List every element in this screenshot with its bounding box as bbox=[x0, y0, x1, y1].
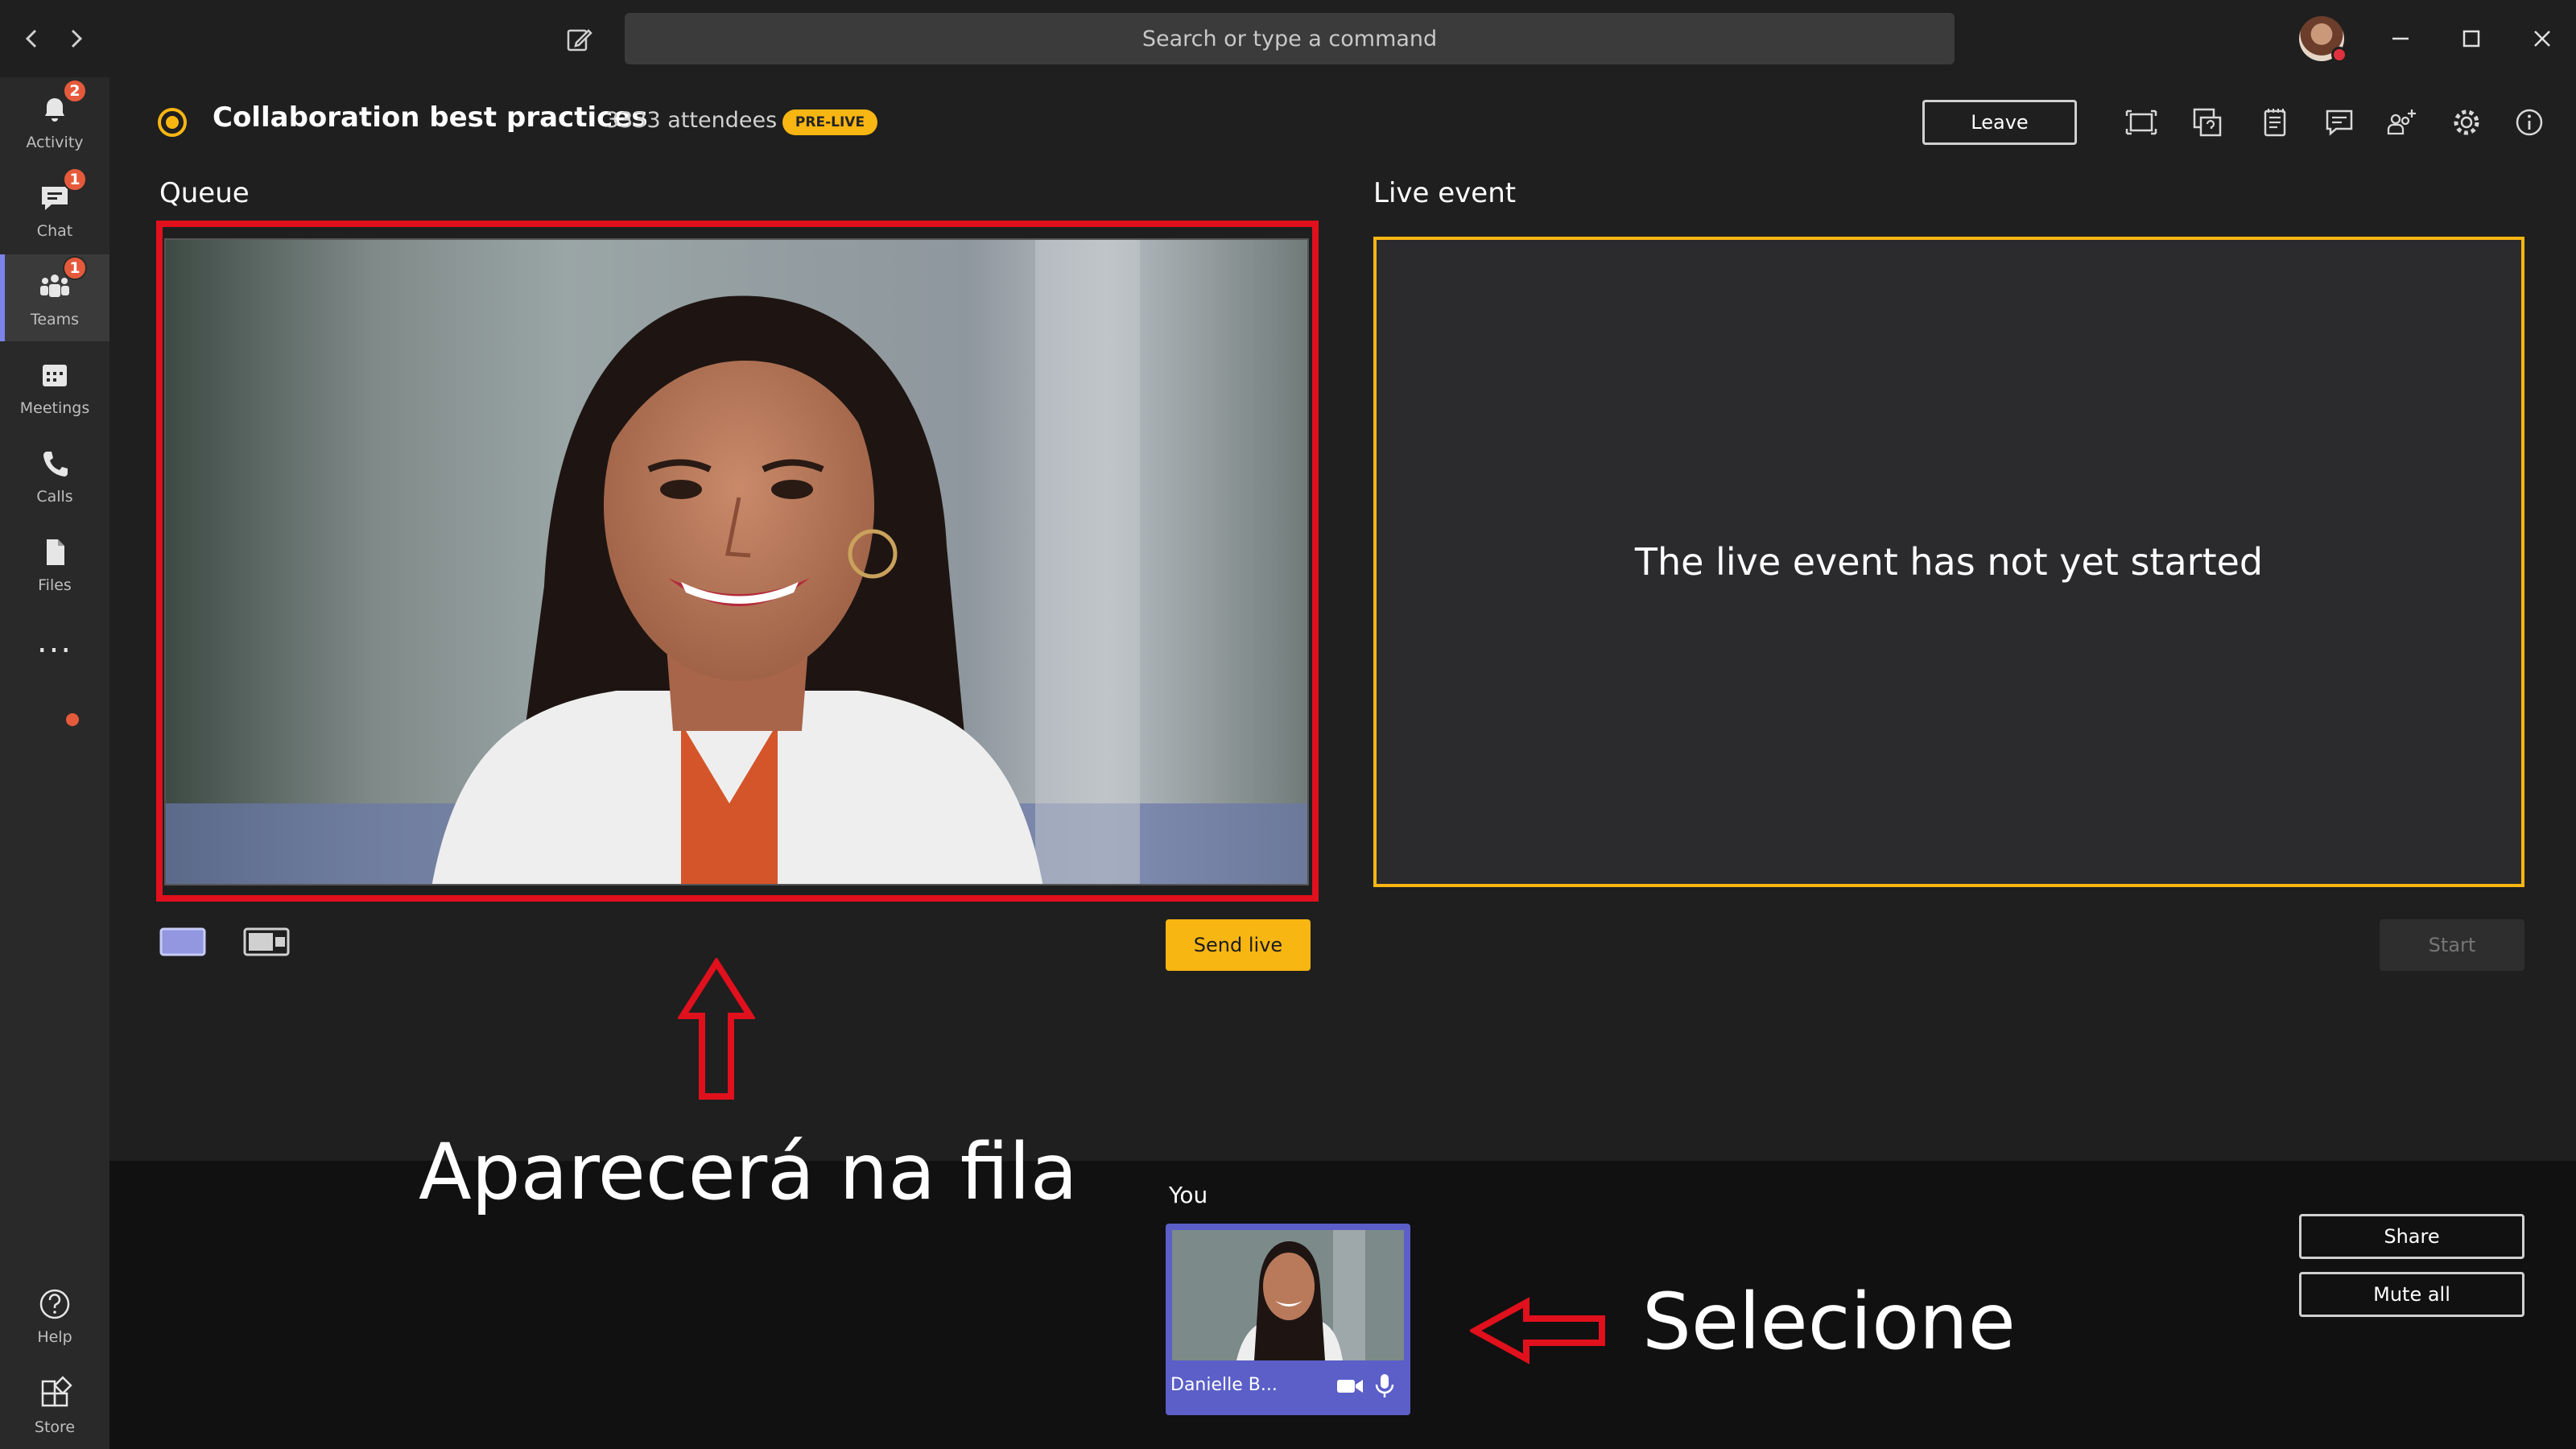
rail-item-teams[interactable]: 1 Teams bbox=[0, 254, 109, 341]
fullscreen-icon[interactable] bbox=[2124, 105, 2159, 140]
maximize-icon[interactable] bbox=[2455, 23, 2487, 55]
you-label: You bbox=[1169, 1182, 1208, 1208]
compose-icon[interactable] bbox=[560, 21, 597, 58]
rail-label-meetings: Meetings bbox=[19, 399, 90, 417]
qna-icon[interactable] bbox=[2190, 105, 2225, 140]
live-event-message: The live event has not yet started bbox=[1634, 540, 2264, 584]
rail-item-help[interactable]: Help bbox=[0, 1272, 109, 1359]
chat-panel-icon[interactable] bbox=[2322, 105, 2357, 140]
rail-item-meetings[interactable]: Meetings bbox=[0, 343, 109, 430]
presenter-video-image bbox=[166, 240, 1307, 884]
rail-item-chat[interactable]: 1 Chat bbox=[0, 166, 109, 253]
send-live-button[interactable]: Send live bbox=[1166, 919, 1311, 971]
back-icon[interactable] bbox=[13, 19, 52, 58]
teams-badge: 1 bbox=[63, 256, 87, 280]
rail-label-teams: Teams bbox=[30, 311, 80, 328]
notes-icon[interactable] bbox=[2257, 105, 2293, 140]
rail-label-chat: Chat bbox=[36, 222, 73, 240]
store-icon bbox=[35, 1375, 74, 1414]
attendee-count: 3333 attendees bbox=[605, 108, 778, 133]
presence-busy-icon bbox=[2331, 47, 2347, 63]
close-icon[interactable] bbox=[2526, 23, 2558, 55]
rail-item-activity[interactable]: 2 Activity bbox=[0, 77, 109, 164]
mute-all-button[interactable]: Mute all bbox=[2299, 1272, 2524, 1317]
title-bar: Search or type a command bbox=[0, 0, 2576, 77]
start-button[interactable]: Start bbox=[2380, 919, 2524, 971]
queue-annotation-caption: Aparecerá na fila bbox=[419, 1127, 1078, 1217]
minimize-icon[interactable] bbox=[2384, 23, 2417, 55]
rail-label-files: Files bbox=[38, 576, 72, 594]
participant-tile[interactable]: Danielle B... bbox=[1166, 1224, 1410, 1415]
arrow-left-annotation-icon bbox=[1470, 1296, 1607, 1365]
rail-label-calls: Calls bbox=[36, 488, 73, 506]
microphone-icon[interactable] bbox=[1373, 1373, 1396, 1399]
rail-label-store: Store bbox=[34, 1418, 76, 1436]
chat-badge: 1 bbox=[63, 167, 87, 192]
participant-name: Danielle B... bbox=[1170, 1375, 1278, 1395]
rail-label-help: Help bbox=[37, 1328, 72, 1346]
participant-video-thumbnail bbox=[1172, 1230, 1404, 1360]
camera-icon[interactable] bbox=[1336, 1377, 1364, 1396]
rail-item-more[interactable]: ... bbox=[0, 609, 109, 686]
live-event-preview: The live event has not yet started bbox=[1373, 237, 2524, 887]
layout-single-button[interactable] bbox=[159, 927, 206, 956]
activity-badge: 2 bbox=[63, 79, 87, 103]
rail-item-files[interactable]: Files bbox=[0, 520, 109, 607]
queue-video-preview[interactable] bbox=[164, 238, 1309, 886]
help-icon bbox=[35, 1285, 74, 1323]
file-icon bbox=[35, 533, 74, 572]
live-event-label: Live event bbox=[1373, 177, 1517, 209]
forward-icon[interactable] bbox=[56, 19, 95, 58]
rail-label-activity: Activity bbox=[26, 134, 84, 151]
more-notification-dot bbox=[66, 713, 79, 726]
phone-icon bbox=[35, 444, 74, 483]
gear-icon[interactable] bbox=[2449, 105, 2484, 140]
page-title: Collaboration best practices bbox=[213, 101, 648, 134]
status-badge: PRE-LIVE bbox=[782, 109, 877, 135]
search-input[interactable]: Search or type a command bbox=[625, 13, 1955, 64]
avatar[interactable] bbox=[2299, 16, 2347, 63]
bell-icon: 2 bbox=[35, 79, 87, 129]
rail-item-store[interactable]: Store bbox=[0, 1362, 109, 1449]
chat-icon: 1 bbox=[35, 167, 87, 217]
people-add-icon[interactable] bbox=[2384, 105, 2420, 140]
arrow-up-annotation-icon bbox=[678, 958, 755, 1103]
teams-icon: 1 bbox=[35, 256, 87, 306]
share-button[interactable]: Share bbox=[2299, 1214, 2524, 1259]
more-icon: ... bbox=[36, 623, 73, 660]
queue-label: Queue bbox=[159, 177, 250, 209]
app-rail: 2 Activity 1 Chat 1 Teams Meetings Calls… bbox=[0, 77, 109, 1449]
layout-side-by-side-button[interactable] bbox=[243, 927, 290, 956]
leave-button[interactable]: Leave bbox=[1922, 100, 2077, 145]
select-annotation-caption: Selecione bbox=[1642, 1277, 2016, 1367]
info-icon[interactable] bbox=[2512, 105, 2547, 140]
calendar-icon bbox=[35, 356, 74, 394]
event-status-icon bbox=[158, 108, 187, 137]
rail-item-calls[interactable]: Calls bbox=[0, 431, 109, 518]
